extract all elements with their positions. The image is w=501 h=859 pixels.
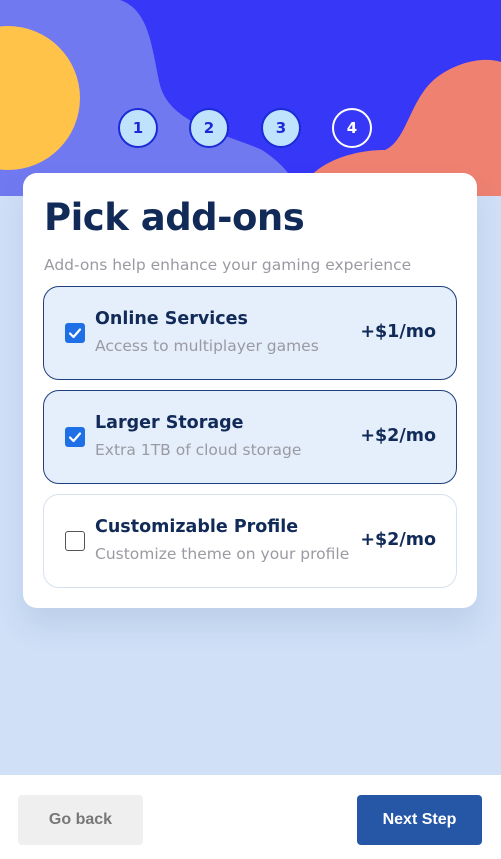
page-subtitle: Add-ons help enhance your gaming experie… [44,256,412,274]
addon-price: +$2/mo [360,426,436,446]
step-3[interactable]: 3 [261,108,301,148]
go-back-button[interactable]: Go back [18,795,143,845]
page-title: Pick add-ons [44,196,305,239]
addon-description: Extra 1TB of cloud storage [95,441,302,459]
next-step-button[interactable]: Next Step [357,795,482,845]
step-2[interactable]: 2 [189,108,229,148]
addon-larger-storage[interactable]: Larger Storage Extra 1TB of cloud storag… [43,390,457,484]
footer-bar: Go back Next Step [0,775,501,859]
check-icon [68,328,82,339]
addon-checkbox[interactable] [65,323,85,343]
addon-online-services[interactable]: Online Services Access to multiplayer ga… [43,286,457,380]
step-4[interactable]: 4 [332,108,372,148]
addon-description: Access to multiplayer games [95,337,319,355]
check-icon [68,432,82,443]
addon-customizable-profile[interactable]: Customizable Profile Customize theme on … [43,494,457,588]
addons-card: Pick add-ons Add-ons help enhance your g… [23,173,477,608]
addon-name: Customizable Profile [95,517,299,537]
addon-checkbox[interactable] [65,531,85,551]
addon-price: +$1/mo [360,322,436,342]
step-indicator: 1 2 3 4 [0,108,501,148]
hero-background [0,0,501,196]
hero-illustration [0,0,501,196]
addon-name: Larger Storage [95,413,244,433]
addon-description: Customize theme on your profile [95,545,350,563]
addon-price: +$2/mo [360,530,436,550]
addon-checkbox[interactable] [65,427,85,447]
addon-name: Online Services [95,309,248,329]
step-1[interactable]: 1 [118,108,158,148]
